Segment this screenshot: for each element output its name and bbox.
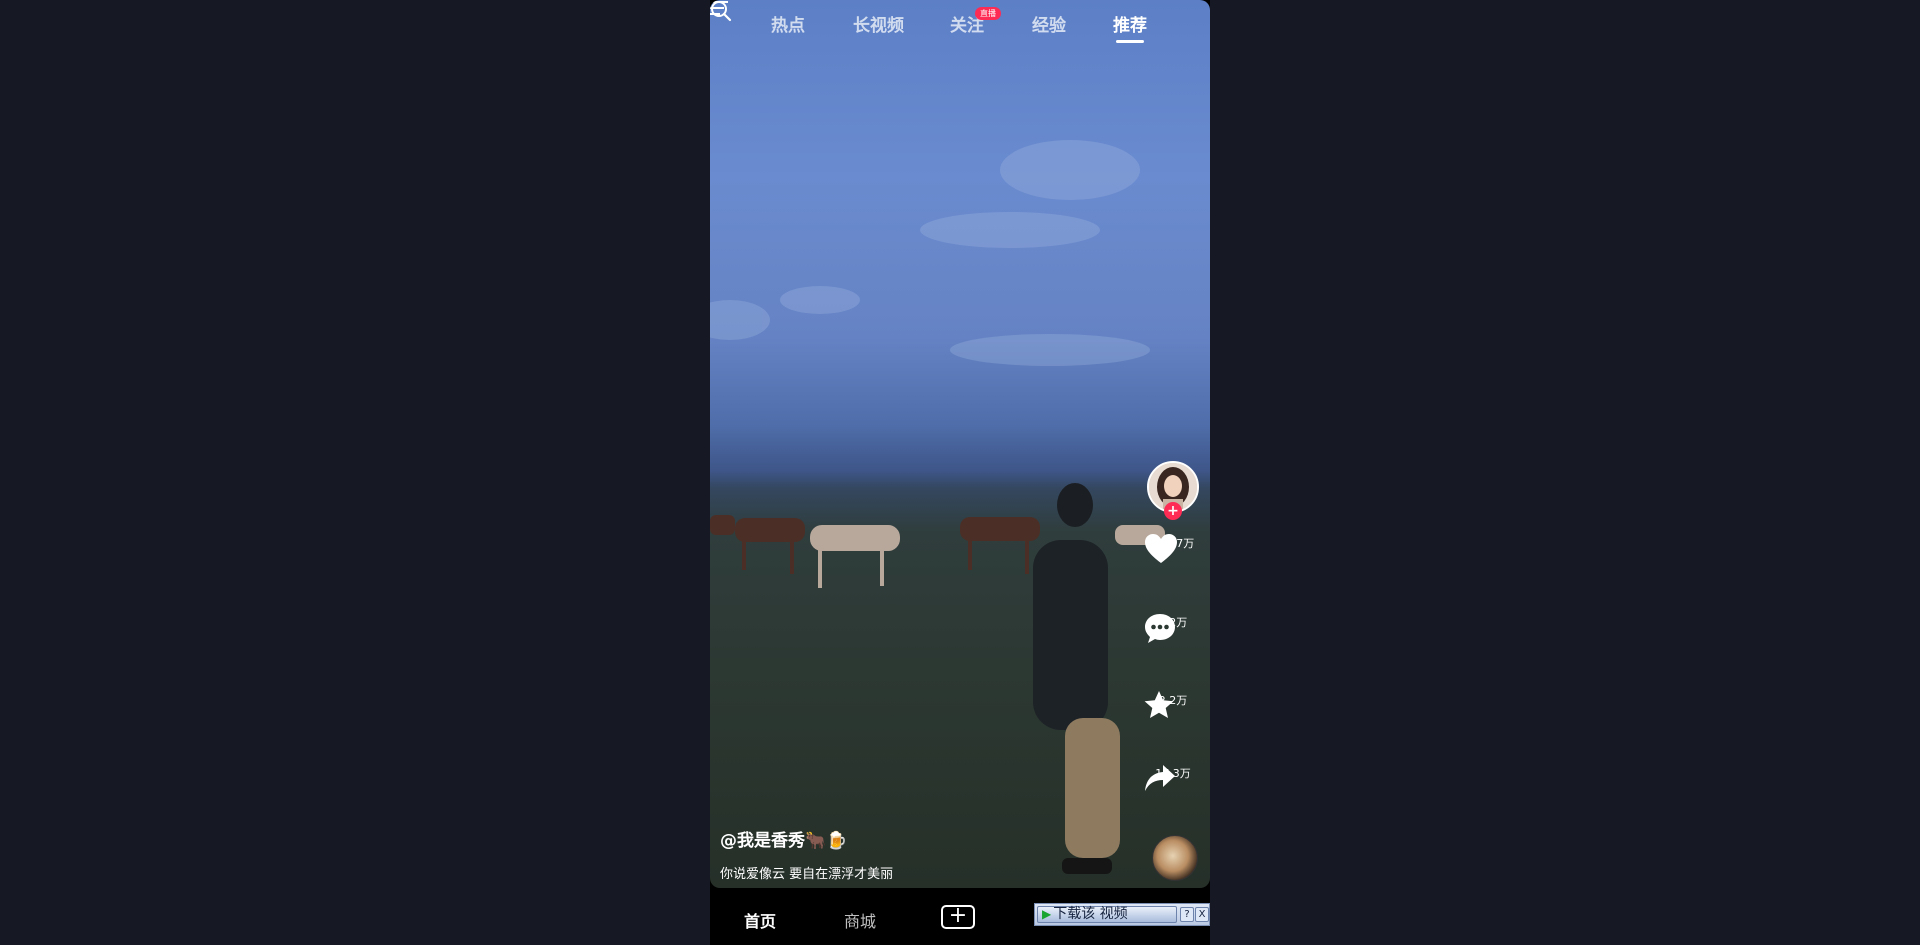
tab-recommended[interactable]: 推荐 (1113, 11, 1147, 36)
video-caption: @我是香秀🐂🍺 你说爱像云 要自在漂浮才美丽 (720, 826, 893, 882)
nav-home[interactable]: 首页 (744, 908, 776, 932)
create-button[interactable]: + (941, 905, 975, 929)
share-button[interactable]: 17.3万 (1143, 763, 1203, 791)
author-name[interactable]: @我是香秀🐂🍺 (720, 826, 893, 851)
play-icon: ▶ (1042, 907, 1052, 921)
like-button[interactable]: 124.7万 (1143, 533, 1203, 563)
live-badge: 直播 (975, 7, 1001, 20)
video-scene (710, 140, 1165, 874)
nav-mall[interactable]: 商城 (844, 908, 876, 932)
star-icon (1144, 691, 1174, 718)
search-icon[interactable] (710, 0, 732, 22)
video-description: 你说爱像云 要自在漂浮才美丽 (720, 867, 894, 882)
music-disc[interactable] (1152, 835, 1198, 881)
favorite-button[interactable]: 2.2万 (1143, 690, 1203, 718)
comment-icon (1145, 614, 1175, 643)
close-button[interactable]: X (1195, 907, 1209, 922)
download-video-button[interactable]: ▶ 下载该 视频 (1037, 906, 1177, 923)
tab-hot[interactable]: 热点 (771, 11, 805, 36)
heart-icon (1145, 534, 1177, 563)
comment-button[interactable]: 2.2万 (1143, 612, 1203, 643)
download-label: 下载该 视频 (1053, 906, 1128, 922)
follow-button[interactable]: + (1164, 502, 1182, 520)
share-icon (1145, 765, 1175, 791)
tab-experience[interactable]: 经验 (1032, 11, 1066, 36)
download-toolbar: ▶ 下载该 视频 ? X (1034, 903, 1210, 926)
video-player-panel: 热点 长视频 关注 直播 经验 推荐 + 124.7万 (710, 0, 1210, 945)
video-frame[interactable]: 热点 长视频 关注 直播 经验 推荐 + 124.7万 (710, 0, 1210, 888)
help-button[interactable]: ? (1180, 907, 1194, 922)
tab-long-video[interactable]: 长视频 (853, 11, 904, 36)
top-navigation: 热点 长视频 关注 直播 经验 推荐 (710, 0, 1210, 46)
